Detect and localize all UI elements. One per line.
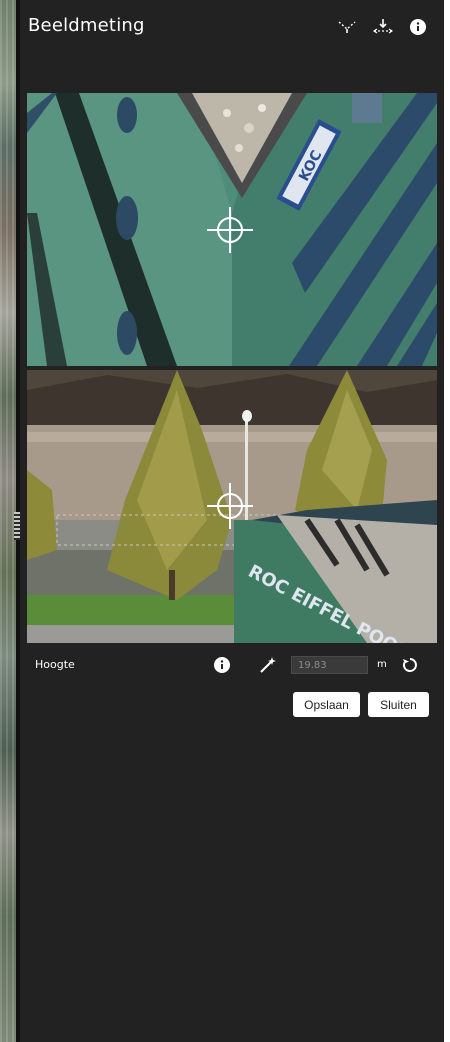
save-button[interactable]: Opslaan	[293, 692, 360, 717]
measure-point-icon[interactable]	[336, 16, 358, 38]
height-value-input[interactable]	[291, 656, 368, 674]
panel-title: Beeldmeting	[28, 15, 145, 36]
close-button[interactable]: Sluiten	[368, 692, 429, 717]
oblique-photo-bottom[interactable]: ROC EIFFEL POORT	[27, 370, 437, 643]
crosshair-icon[interactable]	[207, 207, 253, 253]
info-icon[interactable]	[212, 655, 232, 675]
crosshair-icon[interactable]	[207, 483, 253, 529]
page-margin	[444, 0, 450, 1042]
image-measurement-panel: Beeldmeting KOC Hoogte 19.83 m Opslaan S…	[20, 0, 444, 1042]
aerial-photo-top[interactable]: KOC	[27, 93, 437, 366]
magic-wand-icon[interactable]	[258, 655, 278, 675]
height-arrows-icon[interactable]	[372, 16, 394, 38]
measurement-type-label: Hoogte	[35, 658, 75, 671]
info-icon[interactable]	[407, 16, 429, 38]
height-unit: m	[377, 659, 387, 670]
reset-icon[interactable]	[400, 655, 420, 675]
